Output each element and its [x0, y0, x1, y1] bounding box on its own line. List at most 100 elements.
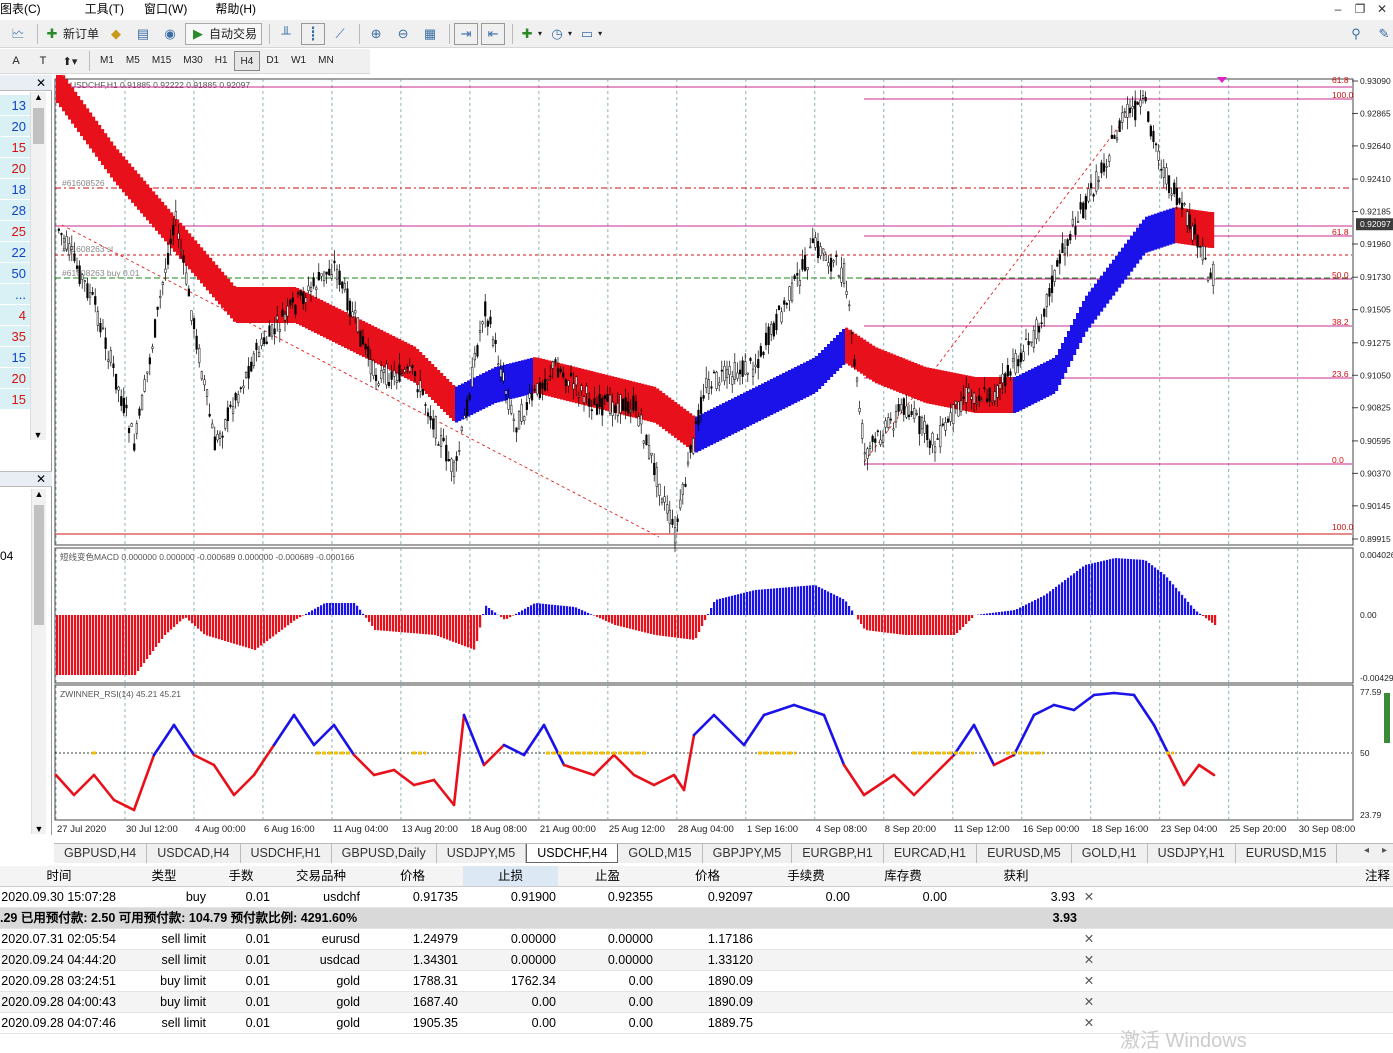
tile-windows-icon[interactable]: ▦ — [418, 23, 442, 45]
column-header[interactable]: 库存费 — [857, 866, 949, 886]
tab-usdcad-h4[interactable]: USDCAD,H4 — [147, 844, 240, 863]
tab-eurusd-m5[interactable]: EURUSD,M5 — [977, 844, 1072, 863]
pending-order-row[interactable]: 2020.09.28 03:24:51buy limit0.01gold1788… — [0, 971, 1393, 992]
close-order-icon[interactable]: ✕ — [1082, 971, 1096, 991]
market-watch-value[interactable]: 22 — [0, 242, 30, 263]
tab-gbpusd-daily[interactable]: GBPUSD,Daily — [332, 844, 437, 863]
scrollbar[interactable]: ▲ ▼ — [30, 92, 46, 440]
market-watch-value[interactable]: 4 — [0, 305, 30, 326]
templates-icon[interactable]: ▭▾ — [577, 23, 604, 45]
market-watch-value[interactable]: 50 — [0, 263, 30, 284]
rsi-gauge[interactable] — [1384, 693, 1390, 743]
profiles-icon[interactable]: 🗠 — [6, 23, 30, 45]
tab-gbpjpy-m5[interactable]: GBPJPY,M5 — [703, 844, 793, 863]
market-watch-value[interactable]: 20 — [0, 368, 30, 389]
menu-tools[interactable]: 工具(T) — [77, 0, 132, 18]
text-label-icon[interactable]: T — [31, 50, 55, 72]
close-order-icon[interactable]: ✕ — [1082, 950, 1096, 970]
column-header[interactable]: 获利 — [955, 866, 1077, 886]
minimize-icon[interactable]: – — [1327, 0, 1349, 18]
scroll-up-icon[interactable]: ▲ — [32, 489, 46, 503]
market-watch-icon[interactable]: ◆ — [104, 23, 128, 45]
menu-window[interactable]: 窗口(W) — [136, 0, 195, 18]
timeframe-m5[interactable]: M5 — [120, 51, 146, 71]
line-chart-icon[interactable]: ⟋ — [328, 23, 352, 45]
restore-icon[interactable]: ❐ — [1349, 0, 1371, 18]
column-header[interactable]: 止损 — [463, 866, 558, 886]
tab-usdchf-h4[interactable]: USDCHF,H4 — [526, 844, 618, 863]
tab-eurusd-m15[interactable]: EURUSD,M15 — [1236, 844, 1338, 863]
open-position-row[interactable]: 2020.09.30 15:07:28buy0.01usdchf0.917350… — [0, 887, 1393, 908]
navigator-scrollbar[interactable]: ▲ ▼ — [31, 489, 46, 834]
close-order-icon[interactable]: ✕ — [1082, 1013, 1096, 1033]
timeframe-h1[interactable]: H1 — [209, 51, 234, 71]
menu-chart[interactable]: 图表(C) — [0, 0, 49, 18]
timeframe-m30[interactable]: M30 — [177, 51, 208, 71]
column-header[interactable]: 交易品种 — [280, 866, 362, 886]
close-order-icon[interactable]: ✕ — [1082, 887, 1096, 907]
close-icon[interactable]: ✕ — [36, 472, 46, 486]
tab-usdjpy-h1[interactable]: USDJPY,H1 — [1148, 844, 1236, 863]
zoom-in-icon[interactable]: ⊕ — [364, 23, 388, 45]
tab-scroll-right-icon[interactable]: ▸ — [1382, 845, 1387, 856]
pending-order-row[interactable]: 2020.07.31 02:05:54sell limit0.01eurusd1… — [0, 929, 1393, 950]
tab-scroll-left-icon[interactable]: ◂ — [1364, 845, 1369, 856]
signals-icon[interactable]: ◉ — [158, 23, 182, 45]
scroll-thumb[interactable] — [34, 505, 44, 625]
column-header[interactable]: 手数 — [210, 866, 272, 886]
timeframe-m1[interactable]: M1 — [94, 51, 120, 71]
timeframe-mn[interactable]: MN — [312, 51, 340, 71]
timeframe-h4[interactable]: H4 — [234, 51, 261, 71]
column-header[interactable]: 手续费 — [760, 866, 852, 886]
market-watch-value[interactable]: 15 — [0, 389, 30, 410]
market-watch-value[interactable]: 18 — [0, 179, 30, 200]
auto-trade-button[interactable]: ▶自动交易 — [185, 23, 262, 45]
market-watch-value[interactable]: 20 — [0, 116, 30, 137]
chart-window[interactable]: 27 Jul 202030 Jul 12:004 Aug 00:006 Aug … — [54, 75, 1393, 845]
autoscroll-icon[interactable]: ⇥ — [454, 23, 478, 45]
tab-eurcad-h1[interactable]: EURCAD,H1 — [884, 844, 977, 863]
new-order-button[interactable]: ✚新订单 — [42, 23, 101, 45]
column-header[interactable]: 类型 — [120, 866, 208, 886]
pending-order-row[interactable]: 2020.09.24 04:44:20sell limit0.01usdcad1… — [0, 950, 1393, 971]
zoom-out-icon[interactable]: ⊖ — [391, 23, 415, 45]
bar-chart-icon[interactable]: ╨ — [274, 23, 298, 45]
chat-icon[interactable]: ✎ — [1372, 23, 1393, 45]
navigator-icon[interactable]: ▤ — [131, 23, 155, 45]
market-watch-value[interactable]: 20 — [0, 158, 30, 179]
scroll-down-icon[interactable]: ▼ — [32, 824, 46, 834]
timeframe-d1[interactable]: D1 — [260, 51, 285, 71]
timeframe-w1[interactable]: W1 — [285, 51, 312, 71]
close-icon[interactable]: ✕ — [1371, 0, 1393, 18]
tab-usdchf-h1[interactable]: USDCHF,H1 — [241, 844, 332, 863]
close-icon[interactable]: ✕ — [0, 75, 52, 91]
periods-icon[interactable]: ◷▾ — [547, 23, 574, 45]
menu-help[interactable]: 帮助(H) — [207, 0, 264, 18]
close-order-icon[interactable]: ✕ — [1082, 929, 1096, 949]
tab-gbpusd-h4[interactable]: GBPUSD,H4 — [54, 844, 147, 863]
candlestick-icon[interactable]: ┋ — [301, 23, 325, 45]
market-watch-value[interactable]: ... — [0, 284, 30, 305]
market-watch-value[interactable]: 35 — [0, 326, 30, 347]
tab-usdjpy-m5[interactable]: USDJPY,M5 — [437, 844, 527, 863]
market-watch-value[interactable]: 25 — [0, 221, 30, 242]
scroll-down-icon[interactable]: ▼ — [31, 430, 45, 440]
scroll-thumb[interactable] — [33, 108, 44, 144]
indicators-icon[interactable]: ✚▾ — [517, 23, 544, 45]
tab-eurgbp-h1[interactable]: EURGBP,H1 — [792, 844, 884, 863]
pending-order-row[interactable]: 2020.09.28 04:00:43buy limit0.01gold1687… — [0, 992, 1393, 1013]
text-tool-icon[interactable]: A — [4, 50, 28, 72]
market-watch-value[interactable]: 15 — [0, 347, 30, 368]
chart-shift-icon[interactable]: ⇤ — [481, 23, 505, 45]
market-watch-value[interactable]: 28 — [0, 200, 30, 221]
column-header[interactable]: 时间 — [0, 866, 118, 886]
column-header[interactable]: 注释 — [1100, 866, 1390, 886]
column-header[interactable]: 止盈 — [560, 866, 655, 886]
scroll-up-icon[interactable]: ▲ — [31, 92, 46, 106]
market-watch-value[interactable]: 15 — [0, 137, 30, 158]
column-header[interactable]: 价格 — [365, 866, 460, 886]
arrows-icon[interactable]: ⬆▾ — [58, 50, 82, 72]
search-icon[interactable]: ⚲ — [1344, 23, 1368, 45]
market-watch-value[interactable]: 13 — [0, 95, 30, 116]
tab-gold-h1[interactable]: GOLD,H1 — [1072, 844, 1148, 863]
